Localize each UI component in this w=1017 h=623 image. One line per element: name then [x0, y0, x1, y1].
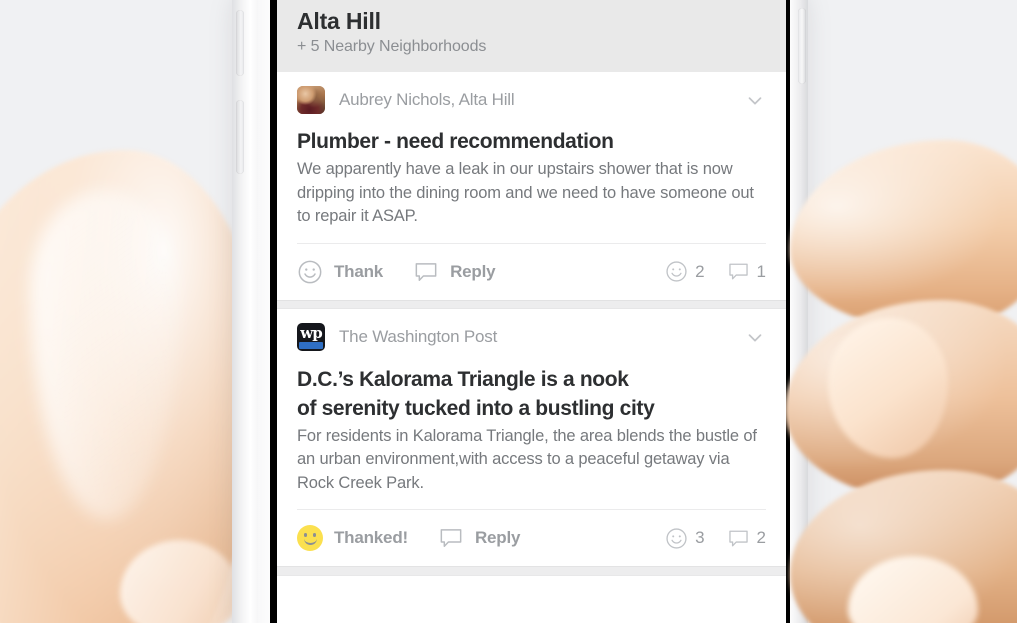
post-title[interactable]: Plumber - need recommendation: [297, 128, 766, 156]
post-header[interactable]: Aubrey Nichols, Alta Hill: [277, 72, 786, 116]
thanks-count-value: 3: [695, 528, 705, 547]
smiley-outline-icon: [665, 260, 688, 283]
phone-screen: Alta Hill + 5 Nearby Neighborhoods Aubre…: [277, 0, 786, 623]
post-header[interactable]: wp The Washington Post: [277, 309, 786, 353]
post-body: Plumber - need recommendation We apparen…: [277, 116, 786, 243]
thanks-count[interactable]: 3: [665, 527, 705, 550]
user-photo-avatar[interactable]: [297, 86, 325, 114]
post-body: D.C.’s Kalorama Triangle is a nook of se…: [277, 353, 786, 510]
phone-left-edge: [232, 0, 258, 623]
comment-bubble-icon: [727, 260, 750, 283]
post-separator: [277, 299, 786, 309]
post-card: wp The Washington Post D.C.’s Kalorama T…: [277, 308, 786, 566]
thank-button-label: Thanked!: [334, 528, 408, 547]
thanks-count[interactable]: 2: [665, 260, 705, 283]
reply-button-label: Reply: [450, 261, 496, 281]
thanks-count-value: 2: [695, 261, 705, 281]
post-title[interactable]: D.C.’s Kalorama Triangle is a nook of se…: [297, 365, 766, 423]
comments-count-value: 2: [756, 528, 766, 547]
avatar-image: [297, 86, 325, 114]
post-action-bar: Thank Reply 2 1: [297, 242, 766, 300]
comment-bubble-icon: [438, 525, 464, 551]
comment-bubble-icon: [413, 259, 439, 285]
left-thumb-nail: [120, 540, 240, 623]
comments-count[interactable]: 1: [727, 260, 766, 283]
right-index-finger: [790, 140, 1017, 330]
reply-button[interactable]: Reply: [413, 259, 496, 285]
reply-button[interactable]: Reply: [438, 525, 520, 551]
thank-button-label: Thank: [334, 261, 384, 281]
thank-button[interactable]: Thanked!: [297, 525, 408, 551]
post-title-line-1: D.C.’s Kalorama Triangle is a nook: [297, 367, 629, 391]
post-author-name[interactable]: Aubrey Nichols, Alta Hill: [339, 90, 744, 110]
neighborhood-title: Alta Hill: [297, 8, 381, 34]
screenshot-scene: Alta Hill + 5 Nearby Neighborhoods Aubre…: [0, 0, 1017, 623]
comment-bubble-icon: [727, 527, 750, 550]
post-author-name[interactable]: The Washington Post: [339, 327, 744, 347]
volume-down-button[interactable]: [236, 100, 244, 174]
left-thumb: [0, 150, 260, 623]
next-post-stub: [277, 576, 786, 606]
chevron-down-icon[interactable]: [744, 89, 766, 111]
smiley-filled-icon: [297, 525, 323, 551]
post-action-bar: Thanked! Reply 3 2: [297, 509, 766, 566]
washington-post-logo[interactable]: wp: [297, 322, 325, 351]
post-text: For residents in Kalorama Triangle, the …: [297, 426, 757, 492]
smiley-outline-icon: [665, 527, 688, 550]
reply-button-label: Reply: [474, 528, 521, 547]
wp-logo-letters: wp: [300, 323, 322, 342]
post-separator: [277, 566, 786, 576]
left-thumb-highlight: [30, 190, 180, 520]
post-text: We apparently have a leak in our upstair…: [297, 160, 754, 225]
power-button[interactable]: [798, 8, 806, 84]
volume-up-button[interactable]: [236, 10, 244, 76]
comments-count[interactable]: 2: [727, 527, 766, 550]
neighborhood-header[interactable]: Alta Hill + 5 Nearby Neighborhoods: [277, 0, 786, 72]
smiley-mouth: [303, 536, 317, 545]
chevron-down-icon[interactable]: [744, 326, 766, 348]
wp-logo-blue-bar: [299, 341, 323, 349]
comments-count-value: 1: [756, 261, 766, 281]
smiley-outline-icon: [297, 259, 323, 285]
thank-button[interactable]: Thank: [297, 259, 383, 285]
post-card: Aubrey Nichols, Alta Hill Plumber - need…: [277, 72, 786, 300]
post-title-line-2: of serenity tucked into a bustling city: [297, 396, 655, 420]
neighborhood-subtitle: + 5 Nearby Neighborhoods: [297, 38, 487, 55]
